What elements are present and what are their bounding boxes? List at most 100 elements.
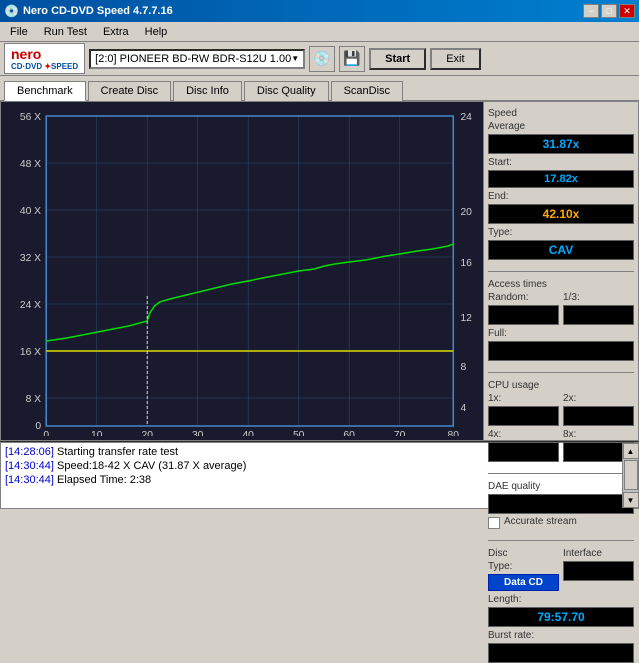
svg-text:20: 20 — [460, 207, 472, 218]
x2-label: 2x: — [563, 393, 634, 404]
access-random-row: Random: 1/3: — [488, 292, 634, 325]
svg-text:50: 50 — [293, 430, 305, 436]
svg-text:8 X: 8 X — [26, 394, 42, 405]
svg-text:40 X: 40 X — [20, 206, 41, 217]
x8-label: 8x: — [563, 429, 634, 440]
menu-bar: File Run Test Extra Help — [0, 22, 639, 42]
end-value: 42.10x — [488, 204, 634, 224]
length-label: Length: — [488, 594, 634, 605]
random-label: Random: — [488, 292, 559, 303]
main-content: 56 X 48 X 40 X 32 X 24 X 16 X 8 X 0 24 2… — [0, 101, 639, 441]
log-scrollbar[interactable]: ▲ ▼ — [622, 443, 638, 508]
window-title: 💿 Nero CD-DVD Speed 4.7.7.16 — [4, 4, 173, 18]
log-text-3: Elapsed Time: 2:38 — [57, 474, 151, 486]
tab-bar: Benchmark Create Disc Disc Info Disc Qua… — [0, 76, 639, 101]
start-value: 17.82x — [488, 170, 634, 188]
maximize-button[interactable]: □ — [601, 4, 617, 18]
x1-label: 1x: — [488, 393, 559, 404]
svg-text:32 X: 32 X — [20, 253, 41, 264]
save-icon: 💾 — [343, 50, 360, 67]
close-button[interactable]: ✕ — [619, 4, 635, 18]
log-time-3: [14:30:44] — [5, 474, 54, 486]
svg-text:16 X: 16 X — [20, 347, 41, 358]
start-label: Start: — [488, 157, 634, 168]
tab-disc-quality[interactable]: Disc Quality — [244, 81, 329, 101]
divider-2 — [488, 372, 634, 373]
cpu-usage-title: CPU usage — [488, 380, 634, 391]
scrollbar-track — [623, 459, 638, 492]
right-panel: Speed Average 31.87x Start: 17.82x End: … — [483, 102, 638, 440]
nero-logo: nero — [11, 46, 78, 62]
svg-text:12: 12 — [460, 313, 472, 324]
tab-create-disc[interactable]: Create Disc — [88, 81, 171, 101]
svg-text:10: 10 — [91, 430, 103, 436]
end-label: End: — [488, 191, 634, 202]
length-value: 79:57.70 — [488, 607, 634, 627]
title-bar: 💿 Nero CD-DVD Speed 4.7.7.16 − □ ✕ — [0, 0, 639, 22]
accurate-stream-row: Accurate stream — [488, 516, 634, 529]
minimize-button[interactable]: − — [583, 4, 599, 18]
svg-text:4: 4 — [460, 403, 466, 414]
svg-text:30: 30 — [192, 430, 204, 436]
benchmark-chart: 56 X 48 X 40 X 32 X 24 X 16 X 8 X 0 24 2… — [5, 106, 479, 436]
log-text-1: Starting transfer rate test — [57, 446, 178, 458]
full-value — [488, 341, 634, 361]
x1-value — [488, 406, 559, 426]
tab-benchmark[interactable]: Benchmark — [4, 81, 86, 101]
log-line-2: [14:30:44] Speed:18-42 X CAV (31.87 X av… — [5, 459, 618, 473]
svg-text:56 X: 56 X — [20, 112, 41, 123]
svg-text:48 X: 48 X — [20, 159, 41, 170]
nero-sub-logo: CD·DVD ✦SPEED — [11, 62, 78, 71]
divider-4 — [488, 540, 634, 541]
scrollbar-up-button[interactable]: ▲ — [623, 443, 639, 459]
access-times-section: Access times Random: 1/3: Full: — [488, 279, 634, 361]
menu-help[interactable]: Help — [137, 24, 176, 40]
accurate-stream-checkbox[interactable] — [488, 517, 500, 529]
svg-text:0: 0 — [35, 421, 41, 432]
accurate-stream-label: Accurate stream — [504, 516, 577, 527]
average-label: Average — [488, 121, 634, 132]
burst-value — [488, 643, 634, 663]
speed-section: Speed Average 31.87x Start: 17.82x End: … — [488, 108, 634, 260]
full-label: Full: — [488, 328, 634, 339]
disc-type-label: Disc — [488, 548, 559, 559]
svg-text:20: 20 — [141, 430, 153, 436]
log-text-2: Speed:18-42 X CAV (31.87 X average) — [57, 460, 246, 472]
logo: nero CD·DVD ✦SPEED — [4, 43, 85, 74]
drive-selector[interactable]: [2:0] PIONEER BD-RW BDR-S12U 1.00 ▼ — [89, 49, 305, 69]
burst-label: Burst rate: — [488, 630, 634, 641]
tab-disc-info[interactable]: Disc Info — [173, 81, 242, 101]
disc-type-value: Data CD — [488, 574, 559, 591]
log-time-1: [14:28:06] — [5, 446, 54, 458]
svg-text:60: 60 — [343, 430, 355, 436]
menu-run-test[interactable]: Run Test — [36, 24, 95, 40]
toolbar: nero CD·DVD ✦SPEED [2:0] PIONEER BD-RW B… — [0, 42, 639, 76]
start-button[interactable]: Start — [369, 48, 426, 70]
scrollbar-thumb[interactable] — [624, 460, 638, 490]
menu-file[interactable]: File — [2, 24, 36, 40]
dropdown-arrow-icon: ▼ — [291, 54, 299, 63]
log-area: [14:28:06] Starting transfer rate test [… — [0, 441, 639, 509]
window-controls[interactable]: − □ ✕ — [583, 4, 635, 18]
exit-button[interactable]: Exit — [430, 48, 480, 70]
onethird-value — [563, 305, 634, 325]
average-value: 31.87x — [488, 134, 634, 154]
svg-text:80: 80 — [448, 430, 460, 436]
svg-text:24: 24 — [460, 112, 472, 123]
tab-scan-disc[interactable]: ScanDisc — [331, 81, 403, 101]
scrollbar-down-button[interactable]: ▼ — [623, 492, 639, 508]
drive-icon: 💿 — [313, 50, 330, 67]
chart-area: 56 X 48 X 40 X 32 X 24 X 16 X 8 X 0 24 2… — [1, 102, 483, 440]
disc-type-row: Disc Type: Data CD Interface — [488, 548, 634, 591]
drive-info-button[interactable]: 💿 — [309, 46, 335, 72]
save-button[interactable]: 💾 — [339, 46, 365, 72]
type-label: Type: — [488, 227, 634, 238]
divider-1 — [488, 271, 634, 272]
svg-text:70: 70 — [394, 430, 406, 436]
interface-label: Interface — [563, 548, 634, 559]
menu-extra[interactable]: Extra — [95, 24, 137, 40]
log-time-2: [14:30:44] — [5, 460, 54, 472]
svg-text:24 X: 24 X — [20, 300, 41, 311]
log-line-3: [14:30:44] Elapsed Time: 2:38 — [5, 473, 618, 487]
x2-value — [563, 406, 634, 426]
